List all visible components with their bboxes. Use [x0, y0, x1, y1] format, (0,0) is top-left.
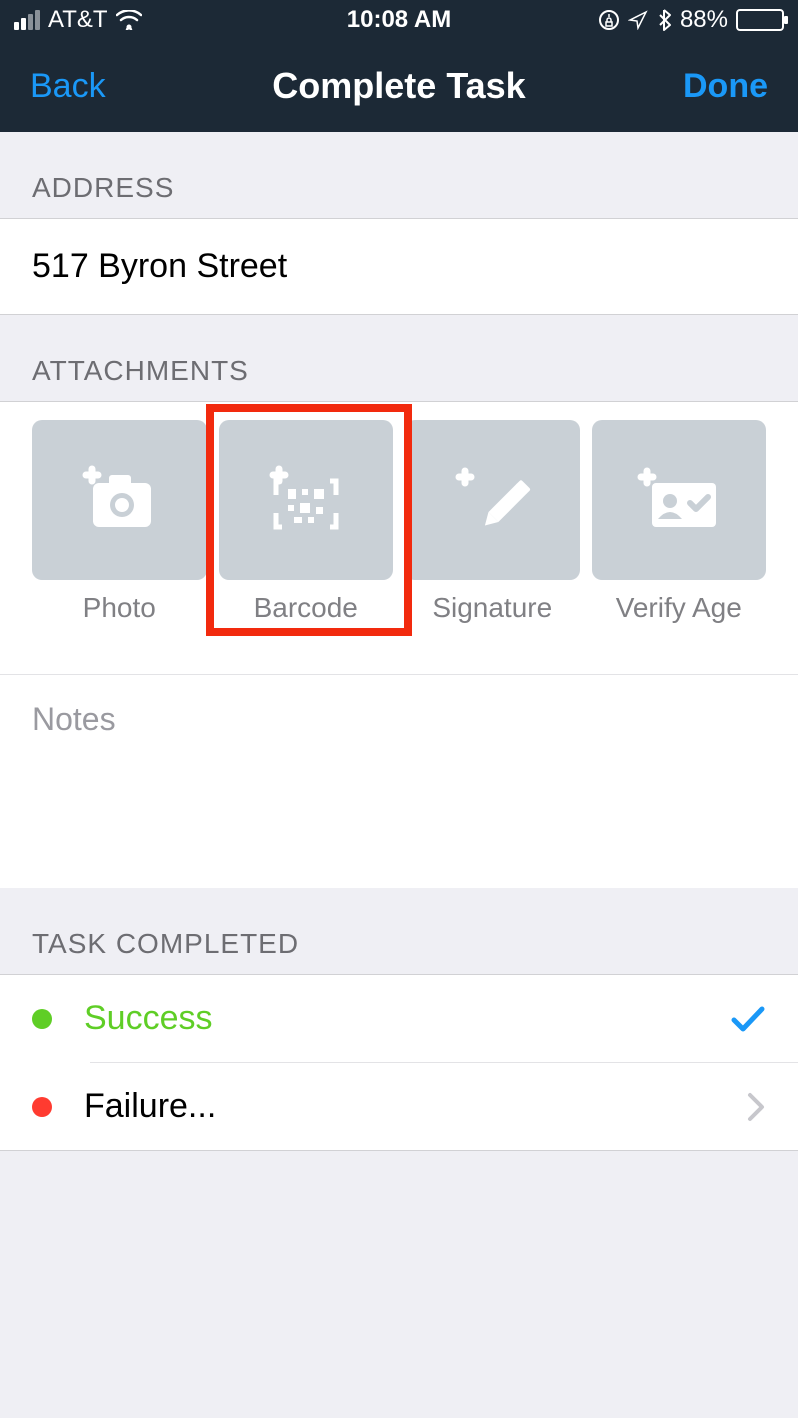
attachment-photo[interactable]: Photo	[32, 420, 207, 644]
status-right: 88%	[598, 6, 784, 34]
task-completed-header: TASK COMPLETED	[0, 888, 798, 974]
wifi-icon	[116, 10, 142, 30]
attachment-verify-age[interactable]: Verify Age	[592, 420, 767, 644]
status-bar: AT&T 10:08 AM 88%	[0, 0, 798, 40]
attachment-verify-age-label: Verify Age	[616, 592, 742, 624]
chevron-right-icon	[746, 1091, 766, 1123]
back-button[interactable]: Back	[30, 67, 106, 106]
notes-input[interactable]: Notes	[0, 674, 798, 888]
bluetooth-icon	[656, 8, 672, 32]
attachment-barcode[interactable]: Barcode	[219, 420, 394, 644]
attachments-section-header: ATTACHMENTS	[0, 315, 798, 401]
nav-bar: Back Complete Task Done	[0, 40, 798, 132]
attachments-grid: Photo	[32, 420, 766, 644]
attachment-signature[interactable]: Signature	[405, 420, 580, 644]
address-section-header: ADDRESS	[0, 132, 798, 218]
status-time: 10:08 AM	[347, 6, 451, 34]
status-left: AT&T	[14, 6, 142, 34]
address-value: 517 Byron Street	[0, 218, 798, 315]
completion-failure[interactable]: Failure...	[0, 1063, 798, 1150]
success-label: Success	[84, 999, 213, 1038]
id-icon	[634, 465, 724, 535]
checkmark-icon	[730, 1004, 766, 1034]
status-dot-failure	[32, 1097, 52, 1117]
battery-icon	[736, 9, 784, 31]
signal-icon	[14, 10, 40, 30]
battery-percent: 88%	[680, 6, 728, 34]
attachments-container: Photo	[0, 401, 798, 888]
attachment-signature-label: Signature	[432, 592, 552, 624]
notes-placeholder: Notes	[32, 701, 766, 738]
barcode-icon	[266, 465, 346, 535]
location-icon	[628, 10, 648, 30]
orientation-lock-icon	[598, 9, 620, 31]
failure-label: Failure...	[84, 1087, 216, 1126]
pencil-icon	[452, 465, 532, 535]
completion-success[interactable]: Success	[0, 975, 798, 1062]
carrier-label: AT&T	[48, 6, 108, 34]
camera-icon	[79, 465, 159, 535]
done-button[interactable]: Done	[683, 67, 768, 106]
page-title: Complete Task	[272, 65, 525, 107]
attachment-barcode-label: Barcode	[254, 592, 358, 624]
status-dot-success	[32, 1009, 52, 1029]
attachment-photo-label: Photo	[83, 592, 156, 624]
completion-list: Success Failure...	[0, 974, 798, 1151]
